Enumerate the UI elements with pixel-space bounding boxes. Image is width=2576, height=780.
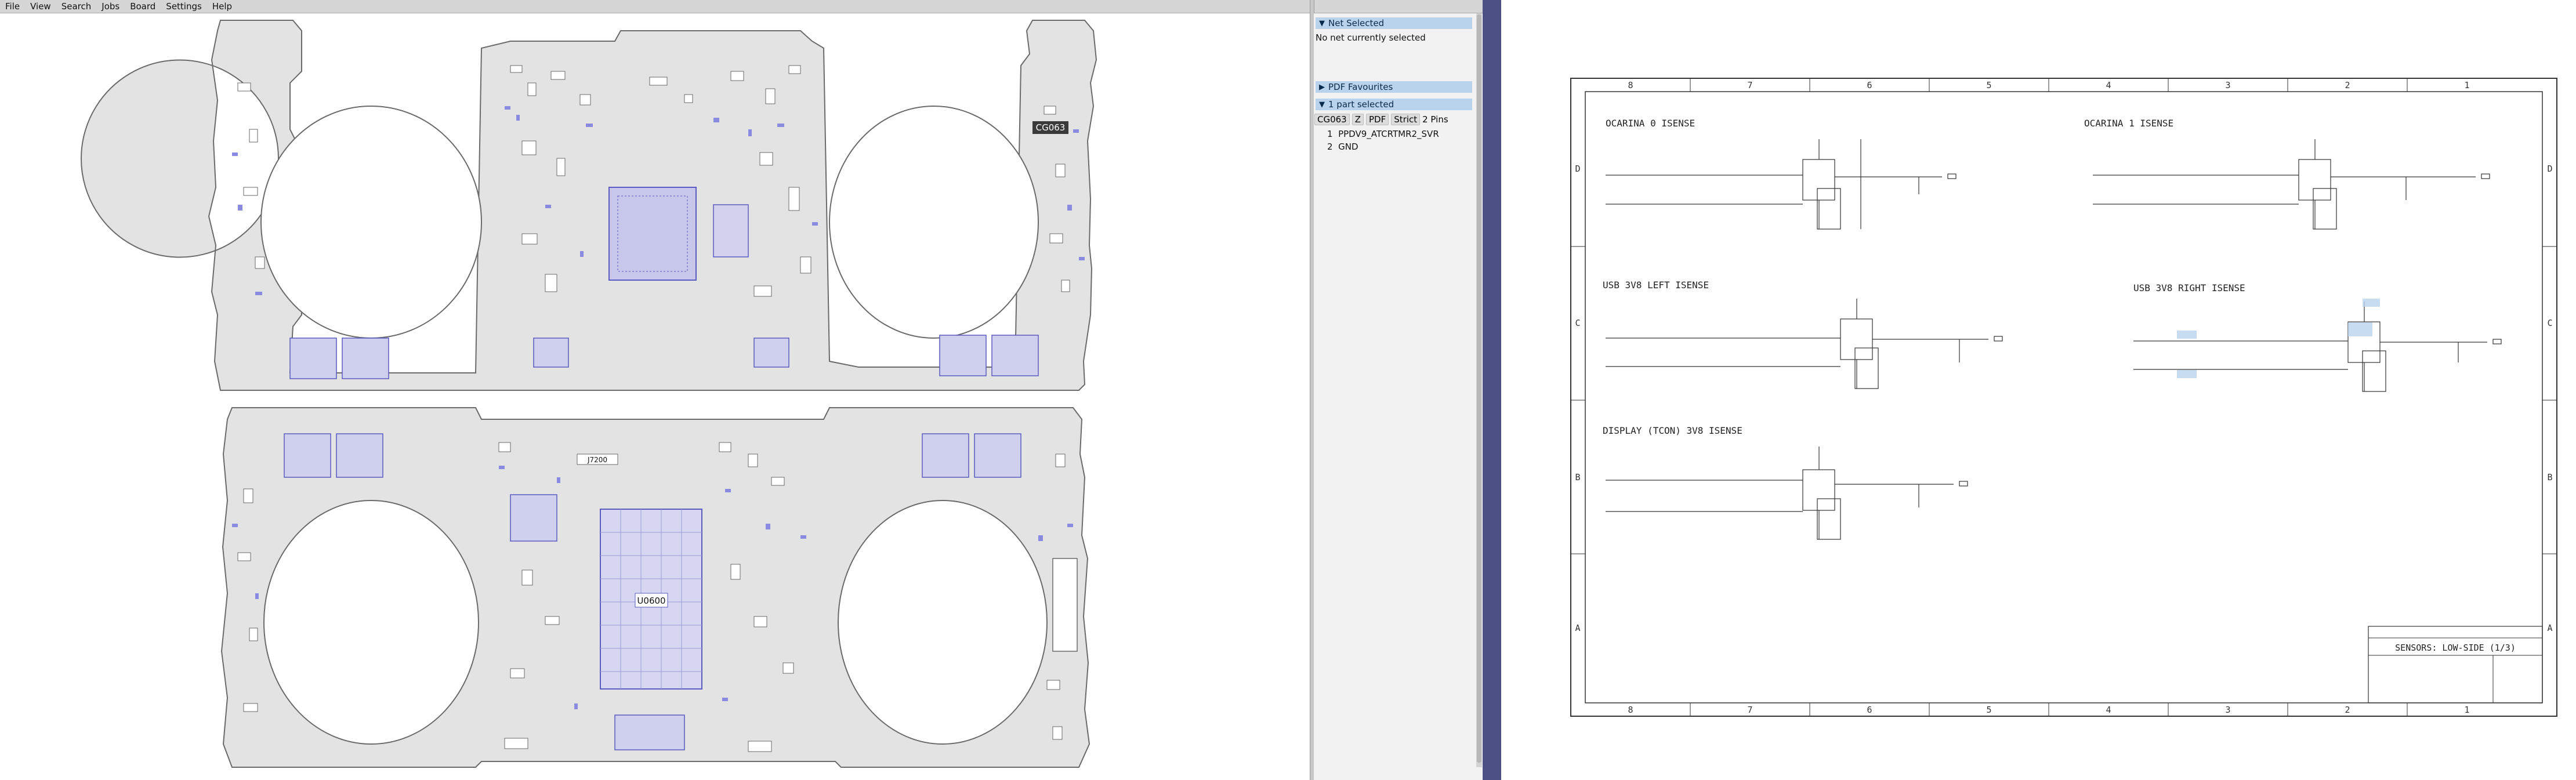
svg-text:C: C <box>1575 318 1580 328</box>
svg-text:A: A <box>2547 623 2552 633</box>
part-name[interactable]: CG063 <box>1314 114 1350 125</box>
pin-number: 2 <box>1327 142 1333 152</box>
pin-row-1[interactable]: 1 PPDV9_ATCRTMR2_SVR <box>1327 129 1439 139</box>
schematic-page: 8 7 6 5 4 3 2 1 8 7 6 5 4 3 2 1 D C B A D C B A OCAR… <box>1570 78 2557 717</box>
board-cutout-right-bottom <box>838 500 1048 745</box>
selected-part-label: CG063 <box>1036 122 1066 133</box>
svg-text:D: D <box>1575 164 1580 174</box>
scrollbar-thumb[interactable] <box>1477 14 1481 763</box>
svg-text:1: 1 <box>2464 705 2469 715</box>
menu-jobs[interactable]: Jobs <box>96 0 125 13</box>
board-cutout-left-bottom <box>263 500 479 745</box>
collapse-down-icon: ▼ <box>1319 100 1325 109</box>
svg-text:6: 6 <box>1867 80 1872 90</box>
block-title-ocarina0: OCARINA 0 ISENSE <box>1606 118 1695 129</box>
pdf-favourites-title: PDF Favourites <box>1328 82 1393 92</box>
strict-button[interactable]: Strict <box>1391 114 1421 125</box>
pin-row-2[interactable]: 2 GND <box>1327 142 1358 152</box>
svg-text:3: 3 <box>2225 705 2230 715</box>
pdf-favourites-header[interactable]: ▶ PDF Favourites <box>1316 81 1472 93</box>
menu-search[interactable]: Search <box>56 0 97 13</box>
pin-number: 1 <box>1327 129 1333 139</box>
zoom-part-button[interactable]: Z <box>1352 114 1364 125</box>
pin-net: PPDV9_ATCRTMR2_SVR <box>1338 129 1439 139</box>
block-title-display: DISPLAY (TCON) 3V8 ISENSE <box>1603 425 1742 436</box>
parts-selected-header[interactable]: ▼ 1 part selected <box>1316 99 1472 110</box>
highlight-box <box>2177 370 2197 378</box>
block-title-usb-left: USB 3V8 LEFT ISENSE <box>1603 280 1709 291</box>
svg-text:1: 1 <box>2464 80 2469 90</box>
soc-area-top <box>608 187 697 281</box>
highlight-box <box>2363 299 2380 307</box>
svg-text:7: 7 <box>1747 705 1752 715</box>
board-cutout-right-top <box>829 106 1039 339</box>
net-selected-title: Net Selected <box>1328 18 1385 28</box>
highlight-box <box>2348 322 2372 336</box>
menu-settings[interactable]: Settings <box>161 0 207 13</box>
svg-text:B: B <box>2547 472 2552 482</box>
svg-text:5: 5 <box>1986 705 1991 715</box>
svg-text:7: 7 <box>1747 80 1752 90</box>
net-selected-header[interactable]: ▼ Net Selected <box>1316 17 1472 29</box>
svg-text:8: 8 <box>1628 705 1633 715</box>
svg-text:6: 6 <box>1867 705 1872 715</box>
svg-text:2: 2 <box>2345 705 2350 715</box>
u0600-label: U0600 <box>637 596 665 606</box>
block-title-usb-right: USB 3V8 RIGHT ISENSE <box>2133 282 2245 293</box>
collapse-down-icon: ▼ <box>1319 19 1325 28</box>
menu-bar: File View Search Jobs Board Settings Hel… <box>0 0 1485 13</box>
net-empty-text: No net currently selected <box>1316 32 1426 43</box>
block-title-ocarina1: OCARINA 1 ISENSE <box>2084 118 2173 129</box>
svg-text:A: A <box>1575 623 1580 633</box>
pdf-part-button[interactable]: PDF <box>1366 114 1389 125</box>
j7200-label: J7200 <box>587 456 607 464</box>
svg-text:D: D <box>2547 164 2552 174</box>
board-cutout-left-top <box>260 106 482 339</box>
menu-board[interactable]: Board <box>125 0 161 13</box>
pin-net: GND <box>1338 142 1358 152</box>
svg-text:B: B <box>1575 472 1580 482</box>
mem-area-top <box>713 204 749 257</box>
svg-text:8: 8 <box>1628 80 1633 90</box>
title-block-text: SENSORS: LOW-SIDE (1/3) <box>2395 643 2516 653</box>
part-row: CG063 Z PDF Strict 2 Pins <box>1314 114 1448 125</box>
svg-text:2: 2 <box>2345 80 2350 90</box>
pdf-viewer[interactable]: 8 7 6 5 4 3 2 1 8 7 6 5 4 3 2 1 D C B A D C B A OCAR… <box>1501 0 2576 780</box>
menu-view[interactable]: View <box>25 0 56 13</box>
highlight-box <box>2177 331 2197 339</box>
menu-help[interactable]: Help <box>207 0 237 13</box>
expand-right-icon: ▶ <box>1319 82 1325 92</box>
side-panel-scrollbar[interactable] <box>1476 13 1482 767</box>
pin-count: 2 Pins <box>1422 114 1448 125</box>
svg-text:3: 3 <box>2225 80 2230 90</box>
pdf-divider-bar[interactable] <box>1483 0 1501 780</box>
svg-text:4: 4 <box>2106 705 2111 715</box>
board-view[interactable]: CG063 U0600 J7200 <box>0 13 1310 780</box>
parts-selected-title: 1 part selected <box>1328 99 1394 110</box>
svg-text:4: 4 <box>2106 80 2111 90</box>
board-canvas[interactable]: CG063 U0600 J7200 <box>0 13 1310 780</box>
menu-file[interactable]: File <box>0 0 25 13</box>
svg-text:5: 5 <box>1986 80 1991 90</box>
svg-text:C: C <box>2547 318 2552 328</box>
